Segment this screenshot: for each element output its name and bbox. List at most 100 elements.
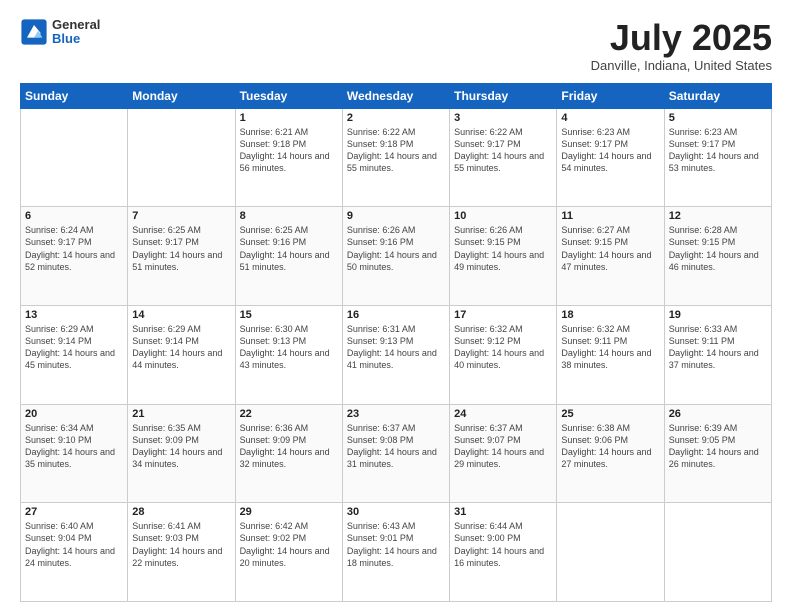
day-number: 23	[347, 408, 445, 420]
day-number: 16	[347, 309, 445, 321]
day-info: Sunrise: 6:25 AMSunset: 9:17 PMDaylight:…	[132, 224, 230, 273]
calendar-cell	[664, 503, 771, 602]
day-of-week-header: Monday	[128, 83, 235, 108]
day-number: 26	[669, 408, 767, 420]
calendar-cell: 7Sunrise: 6:25 AMSunset: 9:17 PMDaylight…	[128, 207, 235, 306]
day-info: Sunrise: 6:29 AMSunset: 9:14 PMDaylight:…	[25, 323, 123, 372]
day-number: 19	[669, 309, 767, 321]
calendar-cell: 12 Sunrise: 6:28 AMSunset: 9:15 PMDayligh…	[664, 207, 771, 306]
day-info: Sunrise: 6:38 AMSunset: 9:06 PMDaylight:…	[561, 422, 659, 471]
page: General Blue July 2025 Danville, Indiana…	[0, 0, 792, 612]
logo-icon	[20, 18, 48, 46]
calendar-cell	[21, 108, 128, 207]
day-info: Sunrise: 6:39 AMSunset: 9:05 PMDaylight:…	[669, 422, 767, 471]
day-info: Sunrise: 6:26 AMSunset: 9:16 PMDaylight:…	[347, 224, 445, 273]
logo: General Blue	[20, 18, 100, 47]
day-info: Sunrise: 6:35 AMSunset: 9:09 PMDaylight:…	[132, 422, 230, 471]
day-info: Sunrise: 6:28 AMSunset: 9:15 PMDaylight:…	[669, 224, 767, 273]
calendar-cell: 11Sunrise: 6:27 AMSunset: 9:15 PMDayligh…	[557, 207, 664, 306]
calendar-cell: 28Sunrise: 6:41 AMSunset: 9:03 PMDayligh…	[128, 503, 235, 602]
calendar-cell: 29 Sunrise: 6:42 AMSunset: 9:02 PMDayligh…	[235, 503, 342, 602]
calendar-cell: 19Sunrise: 6:33 AMSunset: 9:11 PMDayligh…	[664, 305, 771, 404]
day-number: 31	[454, 506, 552, 518]
day-info: Sunrise: 6:23 AMSunset: 9:17 PMDaylight:…	[669, 126, 767, 175]
day-number: 29	[240, 506, 338, 518]
calendar-week-row: 20Sunrise: 6:34 AMSunset: 9:10 PMDayligh…	[21, 404, 772, 503]
day-of-week-header: Wednesday	[342, 83, 449, 108]
day-number: 6	[25, 210, 123, 222]
calendar-cell: 15 Sunrise: 6:30 AMSunset: 9:13 PMDayligh…	[235, 305, 342, 404]
calendar-cell: 5 Sunrise: 6:23 AMSunset: 9:17 PMDaylight…	[664, 108, 771, 207]
calendar-cell: 14Sunrise: 6:29 AMSunset: 9:14 PMDayligh…	[128, 305, 235, 404]
calendar-cell: 4Sunrise: 6:23 AMSunset: 9:17 PMDaylight…	[557, 108, 664, 207]
day-of-week-header: Thursday	[450, 83, 557, 108]
day-number: 21	[132, 408, 230, 420]
day-number: 28	[132, 506, 230, 518]
calendar-week-row: 13Sunrise: 6:29 AMSunset: 9:14 PMDayligh…	[21, 305, 772, 404]
calendar-cell: 18Sunrise: 6:32 AMSunset: 9:11 PMDayligh…	[557, 305, 664, 404]
day-number: 15	[240, 309, 338, 321]
calendar-cell	[128, 108, 235, 207]
day-info: Sunrise: 6:32 AMSunset: 9:12 PMDaylight:…	[454, 323, 552, 372]
day-info: Sunrise: 6:29 AMSunset: 9:14 PMDaylight:…	[132, 323, 230, 372]
day-info: Sunrise: 6:36 AMSunset: 9:09 PMDaylight:…	[240, 422, 338, 471]
day-of-week-header: Sunday	[21, 83, 128, 108]
day-info: Sunrise: 6:40 AMSunset: 9:04 PMDaylight:…	[25, 520, 123, 569]
day-info: Sunrise: 6:42 AMSunset: 9:02 PMDaylight:…	[240, 520, 338, 569]
location: Danville, Indiana, United States	[591, 58, 772, 73]
day-number: 9	[347, 210, 445, 222]
calendar-cell: 26 Sunrise: 6:39 AMSunset: 9:05 PMDayligh…	[664, 404, 771, 503]
logo-blue-text: Blue	[52, 32, 100, 46]
day-of-week-header: Friday	[557, 83, 664, 108]
calendar-cell: 10Sunrise: 6:26 AMSunset: 9:15 PMDayligh…	[450, 207, 557, 306]
day-info: Sunrise: 6:43 AMSunset: 9:01 PMDaylight:…	[347, 520, 445, 569]
calendar-cell: 25Sunrise: 6:38 AMSunset: 9:06 PMDayligh…	[557, 404, 664, 503]
day-info: Sunrise: 6:22 AMSunset: 9:18 PMDaylight:…	[347, 126, 445, 175]
calendar-cell: 2 Sunrise: 6:22 AMSunset: 9:18 PMDaylight…	[342, 108, 449, 207]
calendar-header-row: SundayMondayTuesdayWednesdayThursdayFrid…	[21, 83, 772, 108]
header: General Blue July 2025 Danville, Indiana…	[20, 18, 772, 73]
calendar: SundayMondayTuesdayWednesdayThursdayFrid…	[20, 83, 772, 602]
calendar-cell: 23Sunrise: 6:37 AMSunset: 9:08 PMDayligh…	[342, 404, 449, 503]
calendar-cell: 22 Sunrise: 6:36 AMSunset: 9:09 PMDayligh…	[235, 404, 342, 503]
day-number: 3	[454, 112, 552, 124]
day-number: 24	[454, 408, 552, 420]
calendar-cell: 3Sunrise: 6:22 AMSunset: 9:17 PMDaylight…	[450, 108, 557, 207]
day-info: Sunrise: 6:25 AMSunset: 9:16 PMDaylight:…	[240, 224, 338, 273]
calendar-cell: 8 Sunrise: 6:25 AMSunset: 9:16 PMDaylight…	[235, 207, 342, 306]
day-info: Sunrise: 6:21 AMSunset: 9:18 PMDaylight:…	[240, 126, 338, 175]
day-number: 8	[240, 210, 338, 222]
day-number: 30	[347, 506, 445, 518]
calendar-cell: 21 Sunrise: 6:35 AMSunset: 9:09 PMDayligh…	[128, 404, 235, 503]
day-info: Sunrise: 6:44 AMSunset: 9:00 PMDaylight:…	[454, 520, 552, 569]
calendar-week-row: 1 Sunrise: 6:21 AMSunset: 9:18 PMDaylight…	[21, 108, 772, 207]
calendar-cell: 31 Sunrise: 6:44 AMSunset: 9:00 PMDayligh…	[450, 503, 557, 602]
day-info: Sunrise: 6:31 AMSunset: 9:13 PMDaylight:…	[347, 323, 445, 372]
day-info: Sunrise: 6:24 AMSunset: 9:17 PMDaylight:…	[25, 224, 123, 273]
calendar-cell: 6 Sunrise: 6:24 AMSunset: 9:17 PMDaylight…	[21, 207, 128, 306]
day-of-week-header: Saturday	[664, 83, 771, 108]
calendar-cell: 16 Sunrise: 6:31 AMSunset: 9:13 PMDayligh…	[342, 305, 449, 404]
calendar-cell: 30 Sunrise: 6:43 AMSunset: 9:01 PMDayligh…	[342, 503, 449, 602]
calendar-cell: 1 Sunrise: 6:21 AMSunset: 9:18 PMDaylight…	[235, 108, 342, 207]
day-number: 17	[454, 309, 552, 321]
day-of-week-header: Tuesday	[235, 83, 342, 108]
day-number: 12	[669, 210, 767, 222]
day-number: 1	[240, 112, 338, 124]
calendar-week-row: 6 Sunrise: 6:24 AMSunset: 9:17 PMDaylight…	[21, 207, 772, 306]
day-number: 5	[669, 112, 767, 124]
title-block: July 2025 Danville, Indiana, United Stat…	[591, 18, 772, 73]
day-info: Sunrise: 6:37 AMSunset: 9:07 PMDaylight:…	[454, 422, 552, 471]
logo-general-text: General	[52, 18, 100, 32]
day-number: 22	[240, 408, 338, 420]
calendar-cell: 24 Sunrise: 6:37 AMSunset: 9:07 PMDayligh…	[450, 404, 557, 503]
calendar-cell: 9 Sunrise: 6:26 AMSunset: 9:16 PMDaylight…	[342, 207, 449, 306]
day-info: Sunrise: 6:32 AMSunset: 9:11 PMDaylight:…	[561, 323, 659, 372]
month-title: July 2025	[591, 18, 772, 58]
day-info: Sunrise: 6:30 AMSunset: 9:13 PMDaylight:…	[240, 323, 338, 372]
day-number: 2	[347, 112, 445, 124]
day-number: 20	[25, 408, 123, 420]
day-number: 27	[25, 506, 123, 518]
day-info: Sunrise: 6:26 AMSunset: 9:15 PMDaylight:…	[454, 224, 552, 273]
calendar-cell: 27 Sunrise: 6:40 AMSunset: 9:04 PMDayligh…	[21, 503, 128, 602]
